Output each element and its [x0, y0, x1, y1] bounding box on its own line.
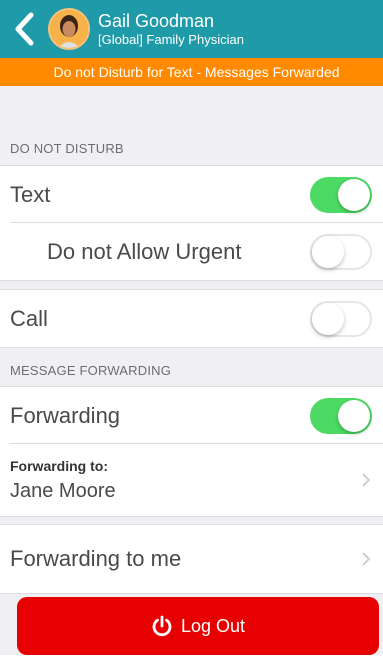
header-text: Gail Goodman [Global] Family Physician [98, 11, 244, 48]
logout-button[interactable]: Log Out [17, 597, 379, 655]
status-banner: Do not Disturb for Text - Messages Forwa… [0, 58, 383, 86]
chevron-left-icon [15, 12, 34, 46]
app-header: Gail Goodman [Global] Family Physician [0, 0, 383, 58]
section-header-do-not-disturb: DO NOT DISTURB [10, 141, 124, 156]
forwarding-to-me-row[interactable]: Forwarding to me [0, 525, 383, 593]
user-role: [Global] Family Physician [98, 31, 244, 47]
forwarding-toggle[interactable] [310, 397, 372, 434]
do-not-allow-urgent-toggle[interactable] [310, 233, 372, 270]
call-toggle[interactable] [310, 300, 372, 337]
forwarding-label: Forwarding [10, 402, 121, 428]
call-row: Call [0, 290, 383, 347]
text-toggle[interactable] [310, 176, 372, 213]
logout-label: Log Out [180, 615, 246, 636]
user-name: Gail Goodman [98, 10, 215, 31]
do-not-disturb-group: Text Do not Allow Urgent [0, 165, 383, 281]
forwarding-to-me-label: Forwarding to me [10, 546, 182, 571]
toggle-knob [312, 302, 344, 335]
forwarding-to-row[interactable]: Forwarding to: Jane Moore [0, 444, 383, 516]
do-not-allow-urgent-label: Do not Allow Urgent [47, 238, 242, 264]
forwarding-to-caption: Forwarding to: [10, 458, 108, 474]
call-label: Call [10, 305, 48, 331]
forwarding-row: Forwarding [0, 387, 383, 444]
toggle-knob [338, 399, 370, 432]
text-label: Text [10, 181, 51, 207]
back-button[interactable] [0, 0, 48, 58]
text-row: Text [0, 166, 383, 223]
section-header-message-forwarding: MESSAGE FORWARDING [10, 363, 172, 378]
toggle-knob [312, 235, 344, 268]
power-icon [151, 615, 173, 637]
toggle-knob [338, 178, 370, 211]
forwarding-to-me-group: Forwarding to me [0, 524, 383, 594]
bottom-strip [0, 655, 383, 666]
call-group: Call [0, 289, 383, 348]
forwarding-group: Forwarding Forwarding to: Jane Moore [0, 386, 383, 517]
status-banner-text: Do not Disturb for Text - Messages Forwa… [53, 64, 340, 80]
chevron-right-icon [362, 552, 371, 566]
forwarding-to-name: Jane Moore [10, 480, 116, 502]
person-avatar-icon [50, 10, 88, 48]
do-not-allow-urgent-row: Do not Allow Urgent [0, 223, 383, 280]
avatar[interactable] [48, 8, 90, 50]
chevron-right-icon [362, 473, 371, 487]
